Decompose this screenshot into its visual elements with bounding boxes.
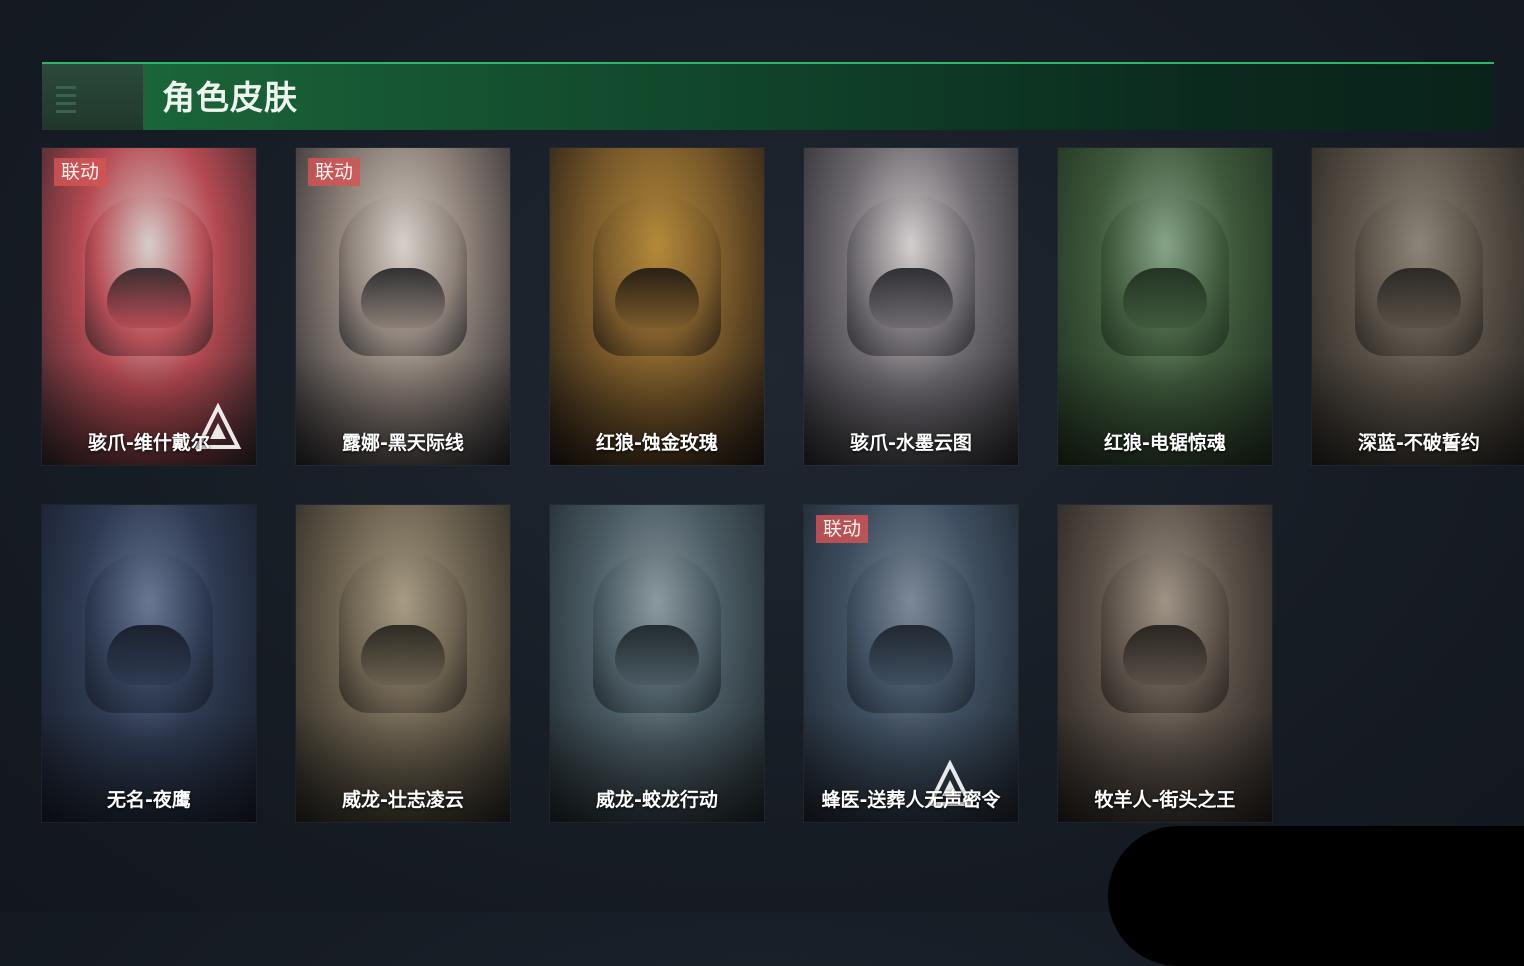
skin-grid: 联动 骇爪-维什戴尔 联动 露娜-黑天际线 红狼-蚀金玫瑰 骇爪-水墨云图 红狼-电锯惊魂深… bbox=[0, 0, 1524, 912]
skin-card[interactable]: 牧羊人-街头之王 bbox=[1058, 505, 1272, 822]
collab-badge: 联动 bbox=[308, 158, 361, 186]
occlusion-blob bbox=[1108, 826, 1524, 966]
character-mask bbox=[869, 625, 953, 685]
skin-card[interactable]: 联动露娜-黑天际线 bbox=[296, 148, 510, 465]
skin-card[interactable]: 红狼-蚀金玫瑰 bbox=[550, 148, 764, 465]
character-mask bbox=[107, 268, 191, 328]
character-mask bbox=[1377, 268, 1461, 328]
skin-name: 威龙-蛟龙行动 bbox=[596, 789, 718, 811]
skin-card[interactable]: 无名-夜鹰 bbox=[42, 505, 256, 822]
skin-name: 红狼-蚀金玫瑰 bbox=[596, 432, 718, 454]
skin-card[interactable]: 威龙-蛟龙行动 bbox=[550, 505, 764, 822]
skin-name: 牧羊人-街头之王 bbox=[1094, 789, 1236, 811]
character-mask bbox=[615, 625, 699, 685]
character-mask bbox=[361, 625, 445, 685]
character-mask bbox=[361, 268, 445, 328]
character-mask bbox=[1123, 625, 1207, 685]
skin-card[interactable]: 联动蜂医-送葬人无声密令 bbox=[804, 505, 1018, 822]
skin-card[interactable]: 红狼-电锯惊魂 bbox=[1058, 148, 1272, 465]
skin-name: 骇爪-水墨云图 bbox=[850, 432, 972, 454]
skin-name: 深蓝-不破誓约 bbox=[1358, 432, 1480, 454]
character-mask bbox=[1123, 268, 1207, 328]
character-mask bbox=[869, 268, 953, 328]
skin-name: 威龙-壮志凌云 bbox=[342, 789, 464, 811]
skin-card[interactable]: 威龙-壮志凌云 bbox=[296, 505, 510, 822]
skin-card[interactable]: 联动骇爪-维什戴尔 bbox=[42, 148, 256, 465]
skin-name: 红狼-电锯惊魂 bbox=[1104, 432, 1226, 454]
character-mask bbox=[107, 625, 191, 685]
collab-badge: 联动 bbox=[816, 515, 869, 543]
skin-name: 无名-夜鹰 bbox=[107, 789, 191, 811]
skin-card[interactable]: 骇爪-水墨云图 bbox=[804, 148, 1018, 465]
character-mask bbox=[615, 268, 699, 328]
skin-card[interactable]: 深蓝-不破誓约 bbox=[1312, 148, 1524, 465]
skin-name: 露娜-黑天际线 bbox=[342, 432, 464, 454]
skin-name: 骇爪-维什戴尔 bbox=[88, 432, 210, 454]
skin-name: 蜂医-送葬人无声密令 bbox=[821, 789, 1001, 811]
collab-badge: 联动 bbox=[54, 158, 107, 186]
